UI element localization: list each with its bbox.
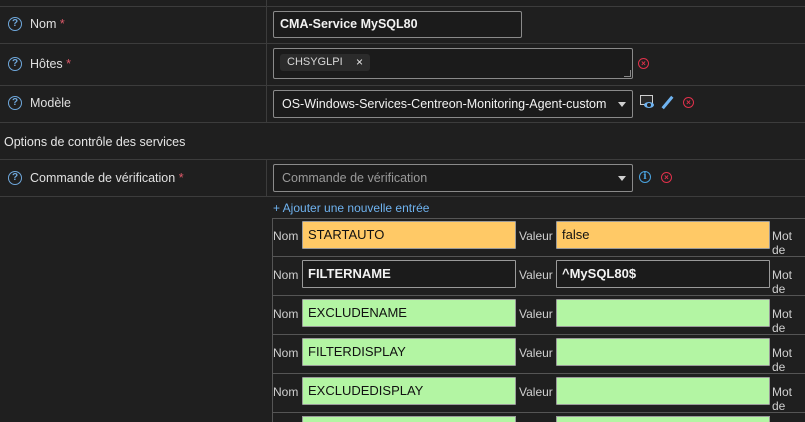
info-icon[interactable]: i <box>639 171 651 183</box>
modele-label-text: Modèle <box>30 96 71 110</box>
macro-row: Nom EXCLUDENAME Valeur Mot de <box>272 296 805 335</box>
commande-label: Commande de vérification * <box>30 171 184 185</box>
macro-name-input[interactable]: FILTERDISPLAY <box>302 338 516 366</box>
remove-circle-icon[interactable]: × <box>683 97 694 108</box>
macro-name-input[interactable]: STARTAUTO <box>302 221 516 249</box>
section-title: Options de contrôle des services <box>4 135 186 149</box>
macro-value-label: Valeur <box>519 346 553 360</box>
macro-row: Nom FILTERNAME Valeur ^MySQL80$ Mot de <box>272 257 805 296</box>
macro-name-label: Nom <box>273 229 299 243</box>
remove-circle-icon[interactable]: × <box>661 172 672 183</box>
commande-label-text: Commande de vérification <box>30 171 176 185</box>
macro-password-label: Mot de <box>772 385 793 413</box>
macro-name-input[interactable] <box>302 416 516 422</box>
divider <box>0 43 805 44</box>
commande-select[interactable]: Commande de vérification <box>273 164 633 192</box>
remove-circle-icon[interactable]: × <box>638 58 649 69</box>
eye-icon[interactable] <box>640 95 654 109</box>
macro-value-input[interactable] <box>556 377 770 405</box>
macro-name-label: Nom <box>273 268 299 282</box>
divider <box>0 122 805 123</box>
divider <box>0 196 805 197</box>
commande-select-placeholder: Commande de vérification <box>282 171 428 185</box>
divider <box>272 413 273 422</box>
nom-label-text: Nom <box>30 17 57 31</box>
pencil-icon[interactable] <box>661 95 674 110</box>
macro-name-label: Nom <box>273 346 299 360</box>
macro-password-label: Mot de <box>772 346 793 374</box>
macro-value-label: Valeur <box>519 268 553 282</box>
macro-name-label: Nom <box>273 307 299 321</box>
macro-row: Nom FILTERDISPLAY Valeur Mot de <box>272 335 805 374</box>
hotes-multiselect[interactable]: CHSYGLPI × <box>273 48 633 79</box>
macro-value-input[interactable] <box>556 299 770 327</box>
macro-value-input[interactable] <box>556 338 770 366</box>
help-icon[interactable]: ? <box>8 96 22 110</box>
macro-row: Nom EXCLUDEDISPLAY Valeur Mot de <box>272 374 805 413</box>
chip-remove-icon[interactable]: × <box>356 55 363 69</box>
macro-name-input[interactable]: EXCLUDENAME <box>302 299 516 327</box>
macro-value-label: Valeur <box>519 385 553 399</box>
nom-label: Nom * <box>30 17 65 31</box>
macro-password-label: Mot de <box>772 268 793 296</box>
host-chip-label: CHSYGLPI <box>287 56 343 68</box>
macro-name-input[interactable]: FILTERNAME <box>302 260 516 288</box>
help-icon[interactable]: ? <box>8 57 22 71</box>
column-divider <box>266 0 267 122</box>
divider <box>0 85 805 86</box>
macro-password-label: Mot de <box>772 307 793 335</box>
nom-input[interactable]: CMA-Service MySQL80 <box>273 11 522 38</box>
modele-select-value: OS-Windows-Services-Centreon-Monitoring-… <box>282 97 607 111</box>
column-divider <box>266 159 267 196</box>
macro-value-label: Valeur <box>519 307 553 321</box>
add-entry-link[interactable]: + Ajouter une nouvelle entrée <box>273 201 429 215</box>
macro-row-partial <box>272 413 805 422</box>
hotes-label-text: Hôtes <box>30 57 63 71</box>
required-marker: * <box>178 171 184 185</box>
chevron-down-icon <box>618 176 626 181</box>
divider <box>0 159 805 160</box>
required-marker: * <box>59 17 65 31</box>
macro-name-input[interactable]: EXCLUDEDISPLAY <box>302 377 516 405</box>
required-marker: * <box>66 57 72 71</box>
macro-value-label: Valeur <box>519 229 553 243</box>
help-icon[interactable]: ? <box>8 171 22 185</box>
chevron-down-icon <box>618 102 626 107</box>
macro-row: Nom STARTAUTO Valeur false Mot de <box>272 218 805 257</box>
macro-value-input[interactable]: ^MySQL80$ <box>556 260 770 288</box>
help-icon[interactable]: ? <box>8 17 22 31</box>
modele-select[interactable]: OS-Windows-Services-Centreon-Monitoring-… <box>273 90 633 118</box>
macro-value-input[interactable]: false <box>556 221 770 249</box>
modele-label: Modèle <box>30 96 71 110</box>
hotes-label: Hôtes * <box>30 57 71 71</box>
macro-password-label: Mot de <box>772 229 793 257</box>
macro-name-label: Nom <box>273 385 299 399</box>
macro-value-input[interactable] <box>556 416 770 422</box>
divider <box>0 6 805 7</box>
host-chip: CHSYGLPI × <box>280 54 370 71</box>
resize-handle-icon[interactable] <box>624 70 631 77</box>
